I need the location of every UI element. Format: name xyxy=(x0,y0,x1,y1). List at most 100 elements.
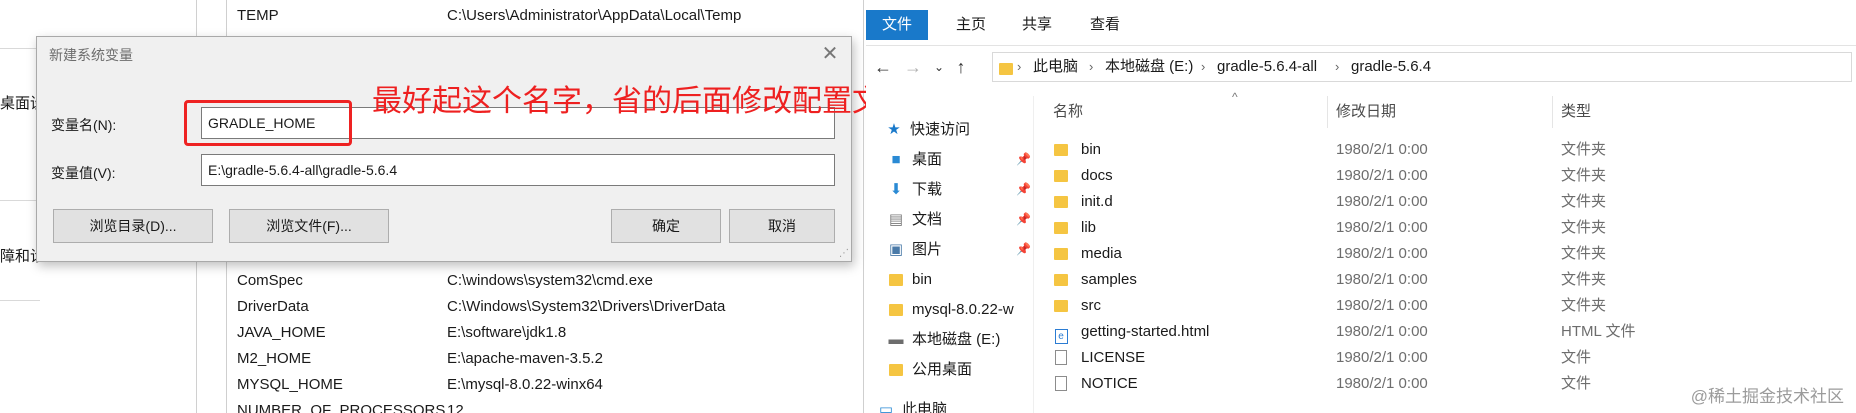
env-var-name: ComSpec xyxy=(237,272,303,289)
nav-item-drive-e[interactable]: ▬ 本地磁盘 (E:) xyxy=(886,326,1036,354)
table-row[interactable]: NUMBER_OF_PROCESSORS 12 xyxy=(227,398,857,413)
breadcrumb-gradle[interactable]: gradle-5.6.4 xyxy=(1351,53,1431,81)
navigation-pane: ★ 快速访问 ■ 桌面 📌 ⬇ 下载 📌 ▤ 文档 📌 ▣ 图片 📌 bin mysql-… xyxy=(866,96,1034,413)
resize-grip-icon[interactable]: ⋰ xyxy=(839,248,849,259)
file-date: 1980/2/1 0:00 xyxy=(1336,297,1428,314)
back-arrow-icon[interactable]: ← xyxy=(872,56,894,78)
forward-arrow-icon[interactable]: → xyxy=(902,56,924,78)
chevron-right-icon: › xyxy=(1201,59,1206,74)
column-divider[interactable] xyxy=(1552,96,1553,128)
table-row[interactable]: JAVA_HOME E:\software\jdk1.8 xyxy=(227,320,857,346)
nav-item-documents[interactable]: ▤ 文档 xyxy=(886,206,1036,234)
env-var-name: TEMP xyxy=(237,7,279,24)
list-item[interactable]: bin 1980/2/1 0:00 文件夹 xyxy=(1041,137,1856,163)
env-var-value: E:\mysql-8.0.22-winx64 xyxy=(447,376,603,393)
file-type: 文件夹 xyxy=(1561,297,1607,314)
nav-quick-access[interactable]: ★ 快速访问 xyxy=(884,116,1034,144)
file-type: 文件 xyxy=(1561,375,1592,392)
nav-item-bin[interactable]: bin xyxy=(886,266,1036,294)
variable-value-input[interactable]: E:\gradle-5.6.4-all\gradle-5.6.4 xyxy=(201,154,835,186)
column-divider[interactable] xyxy=(1327,96,1328,128)
breadcrumb[interactable]: › 此电脑 › 本地磁盘 (E:) › gradle-5.6.4-all › g… xyxy=(992,52,1852,82)
env-var-name: JAVA_HOME xyxy=(237,324,326,341)
ribbon-tabs: 文件 主页 共享 查看 xyxy=(866,0,1856,46)
folder-icon xyxy=(1053,293,1069,319)
file-explorer-window: 文件 主页 共享 查看 ← → ⌄ ↑ › 此电脑 › 本地磁盘 (E:) › … xyxy=(866,0,1856,413)
computer-icon: ▭ xyxy=(878,401,894,413)
file-type: 文件夹 xyxy=(1561,167,1607,184)
variable-value-label: 变量值(V): xyxy=(51,165,116,181)
tab-share[interactable]: 共享 xyxy=(1010,10,1064,40)
list-item[interactable]: samples 1980/2/1 0:00 文件夹 xyxy=(1041,267,1856,293)
recent-locations-chevron-icon[interactable]: ⌄ xyxy=(928,56,950,78)
env-var-value: C:\windows\system32\cmd.exe xyxy=(447,272,653,289)
folder-icon xyxy=(1053,163,1069,189)
divider xyxy=(0,48,40,49)
tab-view[interactable]: 查看 xyxy=(1078,10,1132,40)
file-date: 1980/2/1 0:00 xyxy=(1336,193,1428,210)
table-row[interactable]: ComSpec C:\windows\system32\cmd.exe xyxy=(227,268,857,294)
nav-this-pc[interactable]: ▭ 此电脑 xyxy=(876,396,1026,413)
browse-directory-button[interactable]: 浏览目录(D)... xyxy=(53,209,213,243)
pin-icon[interactable]: 📌 xyxy=(1016,182,1031,196)
variable-name-label: 变量名(N): xyxy=(51,117,117,133)
breadcrumb-gradle-all[interactable]: gradle-5.6.4-all xyxy=(1217,53,1317,81)
breadcrumb-this-pc[interactable]: 此电脑 xyxy=(1033,53,1078,81)
column-header-name[interactable]: 名称 xyxy=(1053,100,1083,121)
list-item[interactable]: lib 1980/2/1 0:00 文件夹 xyxy=(1041,215,1856,241)
file-name: media xyxy=(1081,245,1122,262)
file-date: 1980/2/1 0:00 xyxy=(1336,167,1428,184)
nav-label: 文档 xyxy=(912,211,943,228)
breadcrumb-drive-e[interactable]: 本地磁盘 (E:) xyxy=(1105,53,1193,81)
pin-icon[interactable]: 📌 xyxy=(1016,152,1031,166)
nav-item-public-desktop[interactable]: 公用桌面 xyxy=(886,356,1036,384)
chevron-right-icon: › xyxy=(1089,59,1094,74)
table-row[interactable]: M2_HOME E:\apache-maven-3.5.2 xyxy=(227,346,857,372)
nav-item-downloads[interactable]: ⬇ 下载 xyxy=(886,176,1036,204)
file-type: 文件夹 xyxy=(1561,193,1607,210)
table-row[interactable]: DriverData C:\Windows\System32\Drivers\D… xyxy=(227,294,857,320)
file-name: LICENSE xyxy=(1081,349,1146,366)
file-date: 1980/2/1 0:00 xyxy=(1336,141,1428,158)
pin-icon[interactable]: 📌 xyxy=(1016,212,1031,226)
tab-home[interactable]: 主页 xyxy=(944,10,998,40)
list-item[interactable]: docs 1980/2/1 0:00 文件夹 xyxy=(1041,163,1856,189)
folder-icon xyxy=(886,356,906,384)
up-arrow-icon[interactable]: ↑ xyxy=(950,56,972,78)
star-icon: ★ xyxy=(887,121,901,138)
env-var-value: E:\apache-maven-3.5.2 xyxy=(447,350,603,367)
file-icon xyxy=(1053,371,1069,397)
folder-icon xyxy=(1053,267,1069,293)
list-item[interactable]: e getting-started.html 1980/2/1 0:00 HTM… xyxy=(1041,319,1856,345)
column-header-date[interactable]: 修改日期 xyxy=(1336,100,1396,121)
list-item[interactable]: init.d 1980/2/1 0:00 文件夹 xyxy=(1041,189,1856,215)
nav-item-pictures[interactable]: ▣ 图片 xyxy=(886,236,1036,264)
browse-file-button[interactable]: 浏览文件(F)... xyxy=(229,209,389,243)
nav-label: bin xyxy=(912,271,933,288)
file-list: ^ 名称 修改日期 类型 bin 1980/2/1 0:00 文件夹 docs … xyxy=(1041,88,1856,413)
pin-icon[interactable]: 📌 xyxy=(1016,242,1031,256)
list-item[interactable]: src 1980/2/1 0:00 文件夹 xyxy=(1041,293,1856,319)
cancel-button[interactable]: 取消 xyxy=(729,209,835,243)
file-date: 1980/2/1 0:00 xyxy=(1336,219,1428,236)
nav-label: 图片 xyxy=(912,241,943,258)
close-icon[interactable]: ✕ xyxy=(819,43,841,65)
file-type: 文件夹 xyxy=(1561,219,1607,236)
column-header-type[interactable]: 类型 xyxy=(1561,100,1591,121)
list-item[interactable]: media 1980/2/1 0:00 文件夹 xyxy=(1041,241,1856,267)
env-var-name: MYSQL_HOME xyxy=(237,376,343,393)
nav-label: 快速访问 xyxy=(910,121,971,138)
nav-item-mysql[interactable]: mysql-8.0.22-w xyxy=(886,296,1036,324)
divider xyxy=(0,200,40,201)
file-date: 1980/2/1 0:00 xyxy=(1336,271,1428,288)
table-row[interactable]: TEMP C:\Users\Administrator\AppData\Loca… xyxy=(227,3,857,29)
ok-button[interactable]: 确定 xyxy=(611,209,721,243)
env-var-value: E:\software\jdk1.8 xyxy=(447,324,567,341)
table-row[interactable]: MYSQL_HOME E:\mysql-8.0.22-winx64 xyxy=(227,372,857,398)
file-name: samples xyxy=(1081,271,1137,288)
nav-item-desktop[interactable]: ■ 桌面 xyxy=(886,146,1036,174)
tab-file[interactable]: 文件 xyxy=(866,10,929,40)
list-item[interactable]: LICENSE 1980/2/1 0:00 文件 xyxy=(1041,345,1856,371)
file-type: HTML 文件 xyxy=(1561,323,1636,340)
file-name: docs xyxy=(1081,167,1113,184)
